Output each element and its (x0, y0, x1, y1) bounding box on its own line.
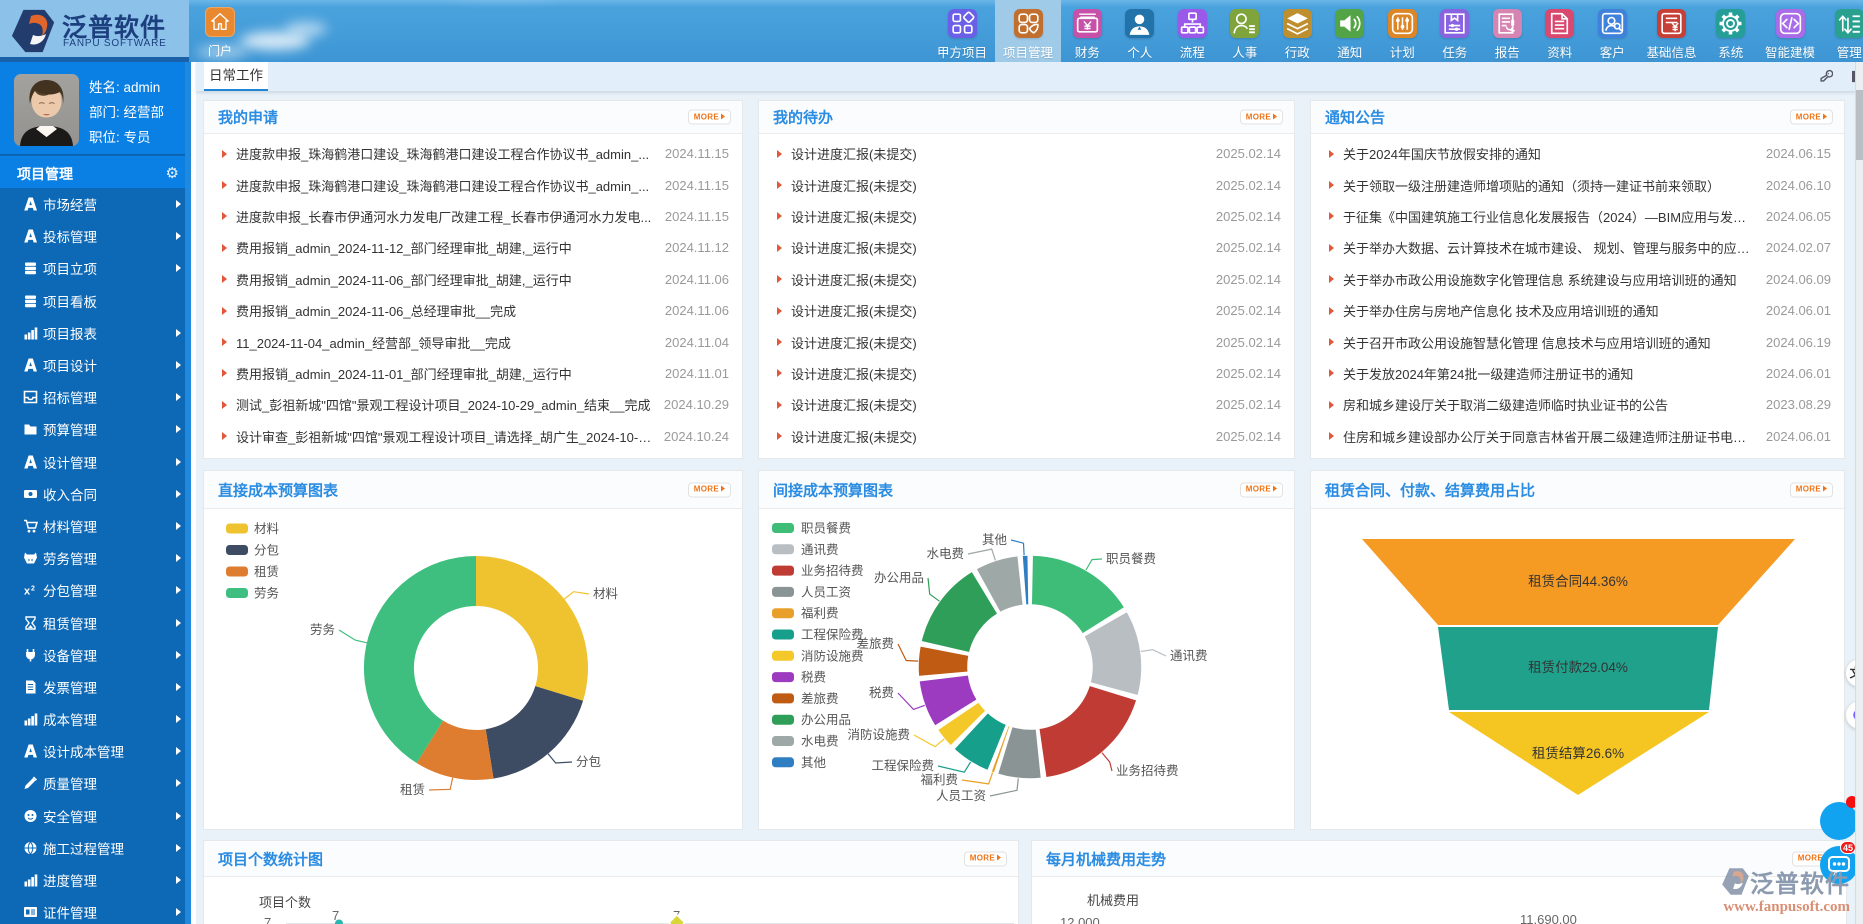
svg-text:租赁合同44.36%: 租赁合同44.36% (1528, 574, 1628, 589)
svg-text:业务招待费: 业务招待费 (1116, 763, 1179, 778)
svg-text:劳务: 劳务 (310, 622, 335, 637)
svg-text:其他: 其他 (801, 756, 827, 770)
svg-text:通讯费: 通讯费 (801, 543, 839, 557)
svg-text:分包: 分包 (576, 755, 601, 769)
svg-text:办公用品: 办公用品 (801, 712, 851, 727)
svg-text:水电费: 水电费 (926, 547, 964, 561)
svg-text:人员工资: 人员工资 (936, 789, 986, 803)
svg-text:职员餐费: 职员餐费 (801, 521, 851, 536)
svg-text:劳务: 劳务 (254, 586, 279, 601)
svg-text:人员工资: 人员工资 (801, 585, 851, 599)
svg-text:11,690.00: 11,690.00 (1520, 912, 1577, 924)
svg-text:材料: 材料 (254, 522, 280, 536)
svg-text:项目个数: 项目个数 (259, 895, 311, 910)
svg-text:租赁: 租赁 (400, 783, 425, 797)
svg-text:材料: 材料 (593, 587, 619, 601)
svg-text:2: 2 (31, 586, 35, 593)
svg-text:职员餐费: 职员餐费 (1106, 551, 1156, 566)
svg-text:税费: 税费 (801, 671, 826, 685)
svg-text:消防设施费: 消防设施费 (847, 727, 910, 742)
svg-text:x: x (24, 586, 31, 598)
svg-text:税费: 税费 (869, 686, 894, 700)
svg-text:租赁: 租赁 (254, 565, 279, 579)
svg-text:工程保险费: 工程保险费 (871, 758, 934, 773)
svg-text:水电费: 水电费 (801, 735, 839, 749)
svg-text:差旅费: 差旅费 (856, 637, 894, 651)
svg-text:消防设施费: 消防设施费 (801, 648, 864, 663)
svg-text:通讯费: 通讯费 (1170, 649, 1208, 663)
svg-text:12,000: 12,000 (1060, 915, 1100, 924)
svg-text:7: 7 (264, 915, 271, 924)
svg-text:业务招待费: 业务招待费 (801, 563, 864, 578)
svg-text:福利费: 福利费 (920, 772, 958, 787)
svg-text:租赁结算26.6%: 租赁结算26.6% (1532, 746, 1624, 761)
svg-text:租赁付款29.04%: 租赁付款29.04% (1528, 660, 1628, 675)
svg-text:其他: 其他 (982, 533, 1008, 547)
svg-text:福利费: 福利费 (801, 606, 839, 621)
svg-text:分包: 分包 (254, 544, 279, 558)
svg-text:工程保险费: 工程保险费 (801, 627, 864, 642)
svg-text:办公用品: 办公用品 (874, 570, 924, 585)
svg-text:差旅费: 差旅费 (801, 692, 839, 706)
svg-text:机械费用: 机械费用 (1087, 893, 1139, 908)
